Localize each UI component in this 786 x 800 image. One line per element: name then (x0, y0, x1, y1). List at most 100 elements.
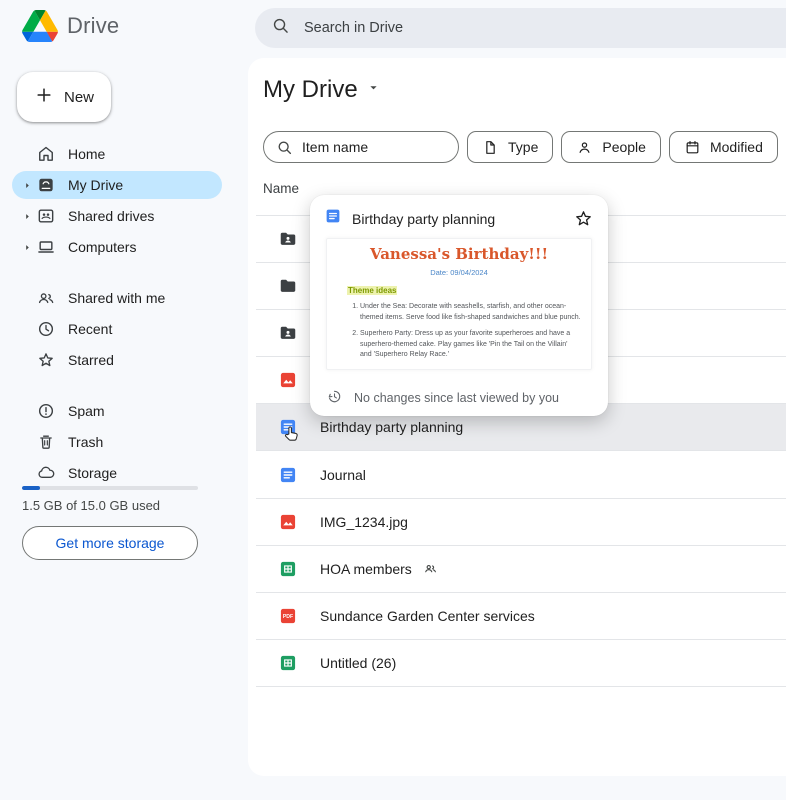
sidebar-item-spam[interactable]: Spam (12, 397, 222, 425)
page-title: My Drive (263, 76, 358, 104)
file-row[interactable]: HOA members (256, 546, 786, 593)
chevron-down-icon (366, 80, 381, 100)
shared-drives-icon (36, 206, 56, 226)
sidebar-item-label: Shared drives (68, 208, 154, 224)
preview-status-text: No changes since last viewed by you (354, 391, 559, 405)
sidebar-item-label: Spam (68, 403, 105, 419)
sidebar-item-label: My Drive (68, 177, 123, 193)
doc-list: Under the Sea: Decorate with seashells, … (349, 302, 581, 361)
image-icon (278, 370, 298, 390)
my-drive-icon (36, 175, 56, 195)
sheets-icon (278, 559, 298, 579)
filter-chip-label: Modified (710, 139, 763, 155)
filter-chip-people[interactable]: People (561, 131, 661, 163)
sidebar-item-label: Storage (68, 465, 117, 481)
expand-arrow-icon[interactable] (20, 181, 34, 190)
google-drive-app: Drive Search in Drive New Home My Drive Sh… (0, 0, 786, 800)
sidebar-item-label: Recent (68, 321, 112, 337)
svg-text:PDF: PDF (283, 614, 293, 620)
brand: Drive (22, 10, 119, 42)
sidebar-item-label: Shared with me (68, 290, 165, 306)
filter-chip-label: Item name (302, 139, 368, 155)
preview-header: Birthday party planning (310, 195, 608, 238)
file-row[interactable]: PDF Sundance Garden Center services (256, 593, 786, 640)
sidebar-item-computers[interactable]: Computers (12, 233, 222, 261)
calendar-icon (684, 139, 701, 156)
sidebar-item-storage[interactable]: Storage (12, 459, 222, 487)
sidebar-item-home[interactable]: Home (12, 140, 222, 168)
filter-chip-type[interactable]: Type (467, 131, 553, 163)
file-name: HOA members (320, 561, 412, 577)
doc-heading: Vanessa's Birthday!!! (337, 245, 581, 263)
shared-indicator-icon (423, 561, 438, 576)
filter-chip-item-name[interactable]: Item name (263, 131, 459, 163)
brand-name: Drive (67, 13, 119, 39)
star-icon (36, 350, 56, 370)
doc-list-item: Superhero Party: Dress up as your favori… (360, 329, 581, 362)
sidebar-nav: Home My Drive Shared drives Computers Shared… (12, 140, 222, 490)
sidebar-item-trash[interactable]: Trash (12, 428, 222, 456)
file-name: Sundance Garden Center services (320, 608, 535, 624)
file-name: Untitled (26) (320, 655, 396, 671)
filter-chip-label: Type (508, 139, 538, 155)
storage-usage-text: 1.5 GB of 15.0 GB used (22, 498, 160, 513)
folder-icon (278, 276, 298, 296)
google-docs-icon (324, 207, 342, 230)
search-placeholder: Search in Drive (304, 20, 403, 36)
search-icon (276, 139, 293, 156)
drive-logo-icon (22, 10, 58, 42)
sidebar-item-shared-with-me[interactable]: Shared with me (12, 284, 222, 312)
file-row[interactable]: Journal (256, 451, 786, 498)
docs-icon (278, 417, 298, 437)
expand-arrow-icon[interactable] (20, 212, 34, 221)
doc-list-item: Under the Sea: Decorate with seashells, … (360, 302, 581, 324)
home-icon (36, 144, 56, 164)
file-row[interactable]: Untitled (26) (256, 640, 786, 687)
filter-chip-modified[interactable]: Modified (669, 131, 778, 163)
new-button-label: New (64, 89, 94, 106)
spam-icon (36, 401, 56, 421)
file-name: IMG_1234.jpg (320, 514, 408, 530)
view-title-dropdown[interactable]: My Drive (263, 76, 381, 104)
filter-chip-label: People (602, 139, 646, 155)
clock-icon (36, 319, 56, 339)
cloud-icon (36, 463, 56, 483)
sidebar-item-label: Computers (68, 239, 136, 255)
doc-date-line: Date: 09/04/2024 (337, 268, 581, 277)
preview-status: No changes since last viewed by you (310, 380, 608, 416)
storage-progress-bar (22, 486, 198, 490)
pdf-icon: PDF (278, 606, 298, 626)
search-input[interactable]: Search in Drive (255, 8, 786, 48)
expand-arrow-icon[interactable] (20, 243, 34, 252)
plus-icon (34, 85, 54, 109)
file-name: Journal (320, 467, 366, 483)
star-button[interactable] (573, 208, 594, 229)
image-icon (278, 512, 298, 532)
history-icon (326, 388, 343, 408)
nav-group-divider (12, 377, 222, 397)
file-preview-popup: Birthday party planning Vanessa's Birthd… (310, 195, 608, 416)
people-icon (36, 288, 56, 308)
sidebar-item-my-drive[interactable]: My Drive (12, 171, 222, 199)
new-button[interactable]: New (17, 72, 111, 122)
trash-icon (36, 432, 56, 452)
file-icon (482, 139, 499, 156)
column-header-name[interactable]: Name (263, 181, 299, 196)
computers-icon (36, 237, 56, 257)
sheets-icon (278, 653, 298, 673)
get-more-storage-button[interactable]: Get more storage (22, 526, 198, 560)
docs-icon (278, 465, 298, 485)
sidebar-item-recent[interactable]: Recent (12, 315, 222, 343)
person-icon (576, 139, 593, 156)
sidebar-item-label: Starred (68, 352, 114, 368)
sidebar-item-starred[interactable]: Starred (12, 346, 222, 374)
file-row[interactable]: IMG_1234.jpg (256, 499, 786, 546)
doc-section-heading: Theme ideas (347, 286, 397, 295)
main-content: My Drive Item name Type People Modified Nam… (248, 58, 786, 776)
sidebar-item-label: Home (68, 146, 105, 162)
sidebar-item-shared-drives[interactable]: Shared drives (12, 202, 222, 230)
nav-group-divider (12, 264, 222, 284)
preview-title: Birthday party planning (352, 211, 563, 227)
search-icon (271, 16, 290, 40)
folder-shared-icon (278, 229, 298, 249)
